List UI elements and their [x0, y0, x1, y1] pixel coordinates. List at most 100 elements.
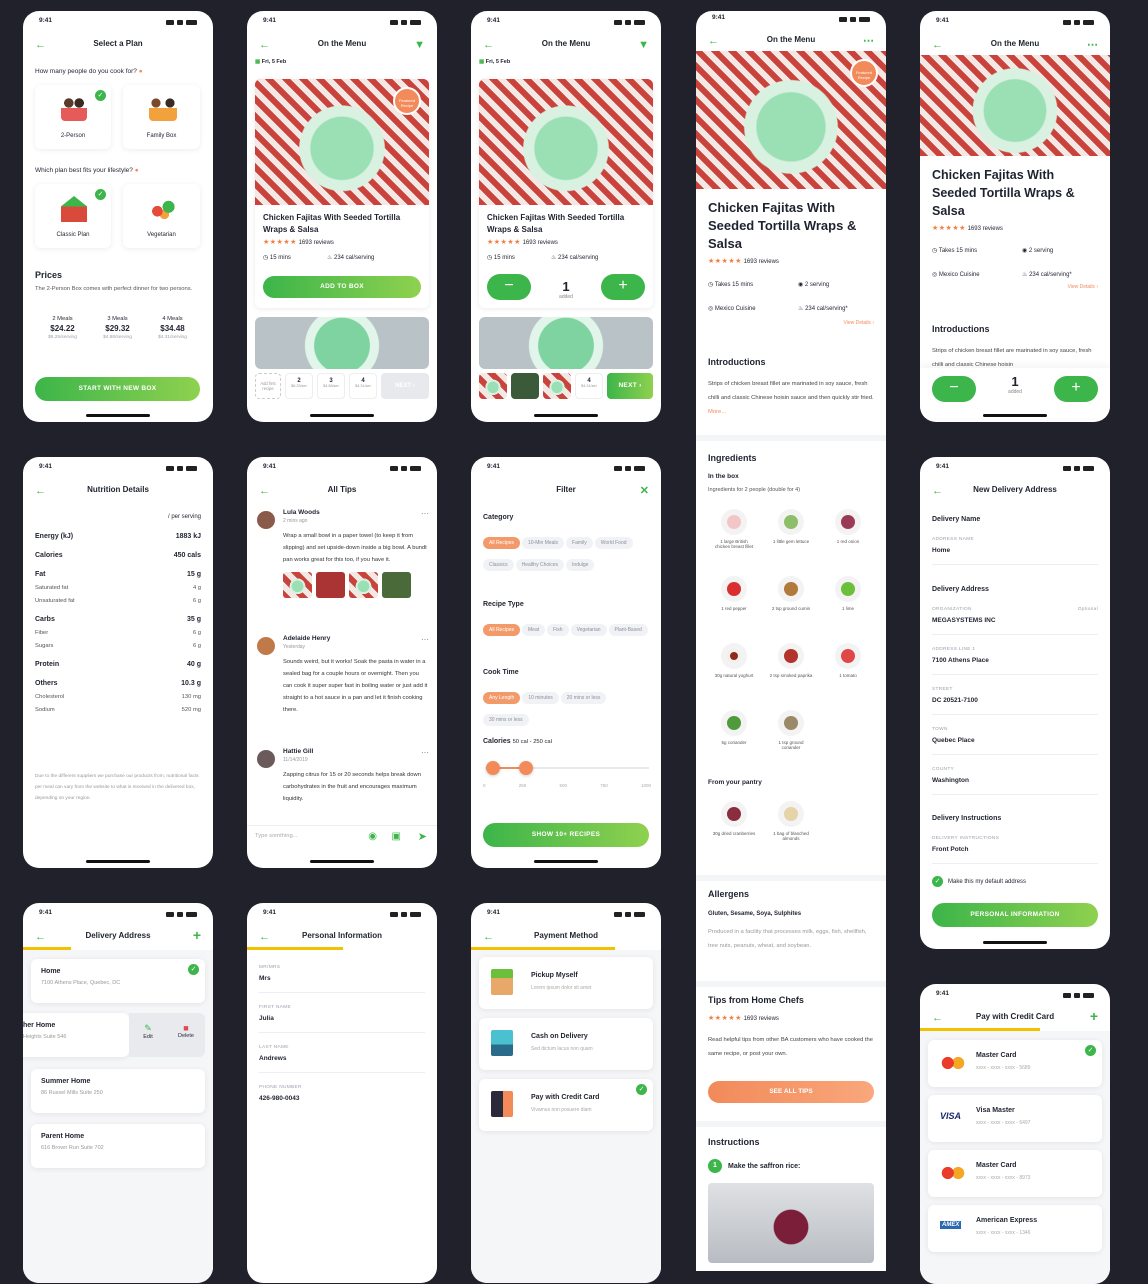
filter-pill[interactable]: Healthy Choices: [515, 559, 565, 571]
personal-information-button[interactable]: PERSONAL INFORMATION: [932, 903, 1098, 927]
credit-card-item[interactable]: VISA Visa Master xxxx - xxxx - xxxx - 6497: [928, 1095, 1102, 1142]
price-option[interactable]: 2 Meals $24.22 $6.25/serving: [48, 316, 77, 340]
see-all-tips-button[interactable]: SEE ALL TIPS: [708, 1081, 874, 1103]
back-arrow-icon[interactable]: ←: [35, 39, 46, 51]
address-line-field[interactable]: ADDRESS LINE 1 7100 Athens Place: [932, 647, 1098, 675]
back-arrow-icon[interactable]: ←: [932, 1012, 943, 1024]
close-icon[interactable]: ✕: [640, 485, 649, 497]
last-name-field[interactable]: LAST NAME Andrews: [259, 1045, 425, 1073]
box-slot[interactable]: 3 $4.88/ser: [317, 373, 345, 399]
add-to-box-button[interactable]: ADD TO BOX: [263, 276, 421, 298]
street-field[interactable]: STREET DC 20521-7100: [932, 687, 1098, 715]
more-dots-icon[interactable]: ⋯: [421, 748, 429, 757]
credit-card-item[interactable]: Master Card xxxx - xxxx - xxxx - 5689 ✓: [928, 1040, 1102, 1087]
calories-slider[interactable]: [485, 760, 649, 780]
first-name-field[interactable]: FIRST NAME Julia: [259, 1005, 425, 1033]
address-card[interactable]: Summer Home 86 Russel Mills Suite 250: [31, 1069, 205, 1113]
increase-button[interactable]: +: [601, 274, 645, 300]
more-dots-icon[interactable]: ⋯: [863, 35, 874, 47]
filter-pill[interactable]: Vegetarian: [570, 624, 607, 636]
filter-pill[interactable]: All Recipes: [483, 624, 521, 636]
add-icon[interactable]: +: [193, 928, 201, 942]
filter-pill[interactable]: All Recipes: [483, 537, 521, 549]
payment-option-credit-card[interactable]: Pay with Credit Card Vivamus non posuere…: [479, 1079, 653, 1131]
option-2-person[interactable]: 2-Person ✓: [35, 85, 111, 149]
phone-number-field[interactable]: PHONE NUMBER 426-980-0043: [259, 1085, 425, 1113]
show-recipes-button[interactable]: SHOW 10+ RECIPES: [483, 823, 649, 847]
filter-pill[interactable]: 10-Min Meals: [522, 537, 565, 549]
camera-icon[interactable]: ◉: [368, 831, 377, 842]
credit-card-item[interactable]: AMEX American Express xxxx - xxxx - xxxx -…: [928, 1205, 1102, 1252]
filter-pill[interactable]: Family: [566, 537, 593, 549]
price-option[interactable]: 4 Meals $34.48 $4.31/serving: [158, 316, 187, 340]
more-dots-icon[interactable]: ⋯: [421, 509, 429, 518]
decrease-button[interactable]: −: [487, 274, 531, 300]
back-arrow-icon[interactable]: ←: [259, 485, 270, 497]
price-option[interactable]: 3 Meals $29.32 $4.88/serving: [103, 316, 132, 340]
filter-icon[interactable]: ▼: [414, 39, 425, 51]
slider-handle-max[interactable]: [519, 761, 533, 775]
back-arrow-icon[interactable]: ←: [35, 931, 46, 943]
filter-pill[interactable]: World Food: [594, 537, 633, 549]
next-recipe-preview[interactable]: [255, 317, 429, 369]
box-recipe-thumb[interactable]: [511, 373, 539, 399]
view-details-link[interactable]: View Details ›: [708, 317, 874, 329]
organization-field[interactable]: ORGANIZATION Optional MEGASYSTEMS INC: [932, 607, 1098, 635]
box-slot[interactable]: 2 $6.25/ser: [285, 373, 313, 399]
increase-button[interactable]: +: [1054, 376, 1098, 402]
back-arrow-icon[interactable]: ←: [708, 35, 719, 47]
recipe-card[interactable]: Chicken Fajitas With Seeded Tortilla Wra…: [479, 79, 653, 308]
county-field[interactable]: COUNTY Washington: [932, 767, 1098, 795]
filter-pill[interactable]: 20 mins or less: [560, 692, 607, 704]
edit-action[interactable]: ✎ Edit: [129, 1013, 167, 1057]
payment-option-pickup[interactable]: Pickup Myself Lorem ipsum dolor sit amet: [479, 957, 653, 1009]
filter-icon[interactable]: ▼: [638, 39, 649, 51]
option-classic-plan[interactable]: Classic Plan ✓: [35, 184, 111, 248]
filter-pill[interactable]: Plant-Based: [608, 624, 648, 636]
filter-pill[interactable]: Classics: [483, 559, 514, 571]
filter-pill[interactable]: Any Length: [483, 692, 521, 704]
address-card-swiped[interactable]: her Home Heights Suite 546: [23, 1013, 129, 1057]
back-arrow-icon[interactable]: ←: [483, 39, 494, 51]
filter-pill[interactable]: 10 minutes: [522, 692, 559, 704]
view-details-link[interactable]: View Details ›: [932, 281, 1098, 293]
filter-pill[interactable]: 30 mins or less: [483, 714, 529, 726]
next-recipe-preview[interactable]: [479, 317, 653, 369]
back-arrow-icon[interactable]: ←: [35, 485, 46, 497]
default-address-checkbox[interactable]: ✓ Make this my default address: [932, 876, 1026, 887]
back-arrow-icon[interactable]: ←: [932, 39, 943, 51]
option-family-box[interactable]: Family Box: [123, 85, 200, 149]
payment-option-cash[interactable]: Cash on Delivery Sed dictum lacus non qu…: [479, 1018, 653, 1070]
credit-card-item[interactable]: Master Card xxxx - xxxx - xxxx - 8973: [928, 1150, 1102, 1197]
filter-pill[interactable]: Indulge: [566, 559, 595, 571]
back-arrow-icon[interactable]: ←: [259, 39, 270, 51]
add-icon[interactable]: +: [1090, 1009, 1098, 1023]
comment-input[interactable]: Type somthing...: [255, 833, 298, 839]
image-icon[interactable]: ▣: [392, 831, 401, 842]
address-name-field[interactable]: ADDRESS NAME Home: [932, 537, 1098, 565]
delivery-instructions-field[interactable]: DELIVERY INSTRUCTIONS Front Potch: [932, 836, 1098, 864]
address-card-home[interactable]: Home 7100 Athens Place, Quebec, DC ✓: [31, 959, 205, 1003]
box-slot[interactable]: 4 $4.31/ser: [575, 373, 603, 399]
send-icon[interactable]: ➤: [418, 830, 427, 843]
filter-pill[interactable]: Meat: [522, 624, 546, 636]
decrease-button[interactable]: −: [932, 376, 976, 402]
slider-handle-min[interactable]: [486, 761, 501, 775]
town-field[interactable]: TOWN Quebec Place: [932, 727, 1098, 755]
back-arrow-icon[interactable]: ←: [483, 931, 494, 943]
title-field[interactable]: MR/MRS Mrs: [259, 965, 425, 993]
box-recipe-thumb[interactable]: [479, 373, 507, 399]
delete-action[interactable]: ■ Delete: [167, 1013, 205, 1057]
address-card[interactable]: Parent Home 616 Brown Run Suite 702: [31, 1124, 205, 1168]
more-link[interactable]: More...: [708, 409, 726, 415]
next-button[interactable]: NEXT ›: [607, 373, 653, 399]
more-dots-icon[interactable]: ⋯: [1087, 39, 1098, 51]
recipe-card[interactable]: Featured Recipe Chicken Fajitas With See…: [255, 79, 429, 308]
next-button-disabled[interactable]: NEXT ›: [381, 373, 429, 399]
option-vegetarian[interactable]: Vegetarian: [123, 184, 200, 248]
box-recipe-thumb[interactable]: [543, 373, 571, 399]
box-slot[interactable]: 4 $4.31/ser: [349, 373, 377, 399]
back-arrow-icon[interactable]: ←: [932, 485, 943, 497]
filter-pill[interactable]: Fish: [547, 624, 569, 636]
start-new-box-button[interactable]: START WITH NEW BOX: [35, 377, 200, 401]
